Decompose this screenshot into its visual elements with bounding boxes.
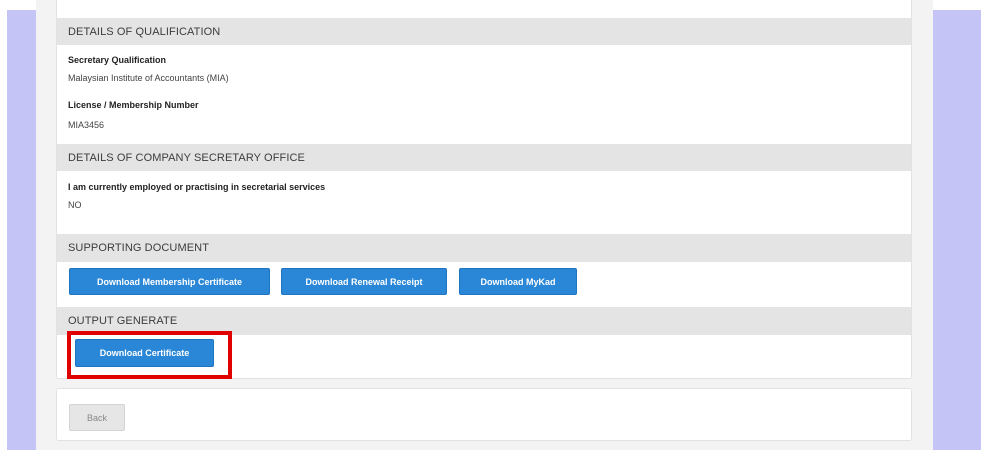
supporting-document-section-header: SUPPORTING DOCUMENT [57, 234, 911, 262]
qualification-section-header: DETAILS OF QUALIFICATION [57, 18, 911, 45]
back-button[interactable]: Back [69, 404, 125, 431]
license-number-value: MIA3456 [68, 120, 105, 130]
employed-value: NO [68, 200, 82, 210]
download-renewal-receipt-button[interactable]: Download Renewal Receipt [281, 268, 447, 295]
right-side-band [933, 10, 981, 450]
page-container: DETAILS OF QUALIFICATION Secretary Quali… [36, 0, 933, 450]
red-highlight-annotation [67, 331, 232, 379]
secretary-qualification-label: Secretary Qualification [68, 55, 167, 65]
employed-label: I am currently employed or practising in… [68, 182, 326, 192]
download-mykad-button[interactable]: Download MyKad [459, 268, 577, 295]
details-card: DETAILS OF QUALIFICATION Secretary Quali… [56, 0, 912, 379]
secretary-qualification-value: Malaysian Institute of Accountants (MIA) [68, 73, 229, 83]
download-membership-certificate-button[interactable]: Download Membership Certificate [69, 268, 270, 295]
footer-card: Back [56, 388, 912, 441]
license-number-label: License / Membership Number [68, 100, 199, 110]
secretary-office-section-header: DETAILS OF COMPANY SECRETARY OFFICE [57, 144, 911, 171]
left-side-band [7, 10, 36, 450]
